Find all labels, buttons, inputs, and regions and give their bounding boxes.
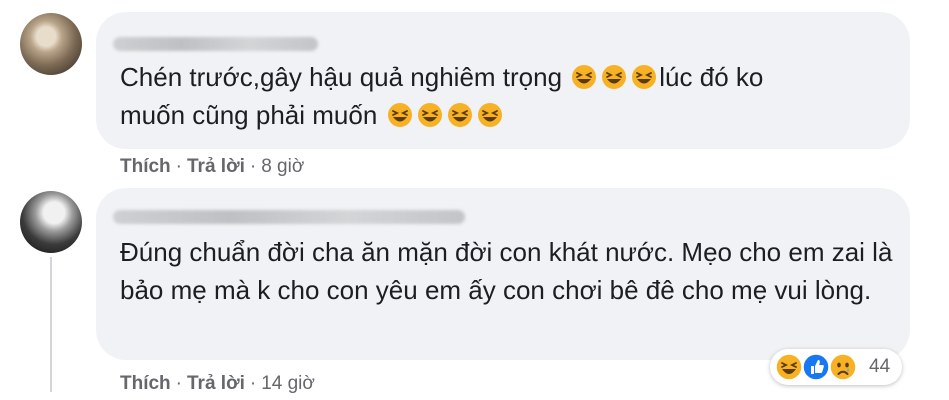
comment-text: Đúng chuẩn đời cha ăn mặn đời con khát n… — [120, 237, 893, 305]
avatar[interactable] — [20, 13, 82, 75]
reaction-count: 44 — [869, 356, 891, 377]
comment-actions: Thích · Trả lời · 8 giờ — [120, 156, 304, 178]
reply-thread-line — [50, 257, 52, 392]
commenter-name-redacted[interactable] — [113, 37, 318, 51]
like-link[interactable]: Thích — [120, 373, 171, 394]
like-icon — [802, 353, 830, 381]
laughing-emoji-icon — [417, 103, 442, 127]
comment-timestamp[interactable]: 14 giờ — [261, 373, 315, 394]
separator-dot: · — [249, 373, 257, 394]
laughing-emoji-icon — [572, 65, 597, 89]
separator-dot: · — [175, 373, 182, 394]
reaction-summary[interactable]: 44 — [770, 349, 902, 385]
haha-icon — [775, 353, 803, 381]
commenter-name-redacted[interactable] — [113, 210, 465, 224]
comment-actions: Thích · Trả lời · 14 giờ — [120, 373, 315, 395]
laughing-emoji-icon — [477, 103, 502, 127]
laughing-emoji-icon — [632, 65, 657, 89]
laughing-emoji-icon — [602, 65, 627, 89]
like-link[interactable]: Thích — [120, 156, 171, 177]
laughing-emoji-icon — [447, 103, 472, 127]
comment-text: Chén trước,gây hậu quả nghiêm trọng lúc … — [120, 62, 764, 130]
avatar[interactable] — [20, 191, 82, 253]
separator-dot: · — [175, 156, 182, 177]
comment-timestamp[interactable]: 8 giờ — [261, 156, 304, 177]
separator-dot: · — [249, 156, 257, 177]
reply-link[interactable]: Trả lời — [187, 156, 245, 177]
sad-icon — [829, 353, 857, 381]
laughing-emoji-icon — [387, 103, 412, 127]
reply-link[interactable]: Trả lời — [187, 373, 245, 394]
